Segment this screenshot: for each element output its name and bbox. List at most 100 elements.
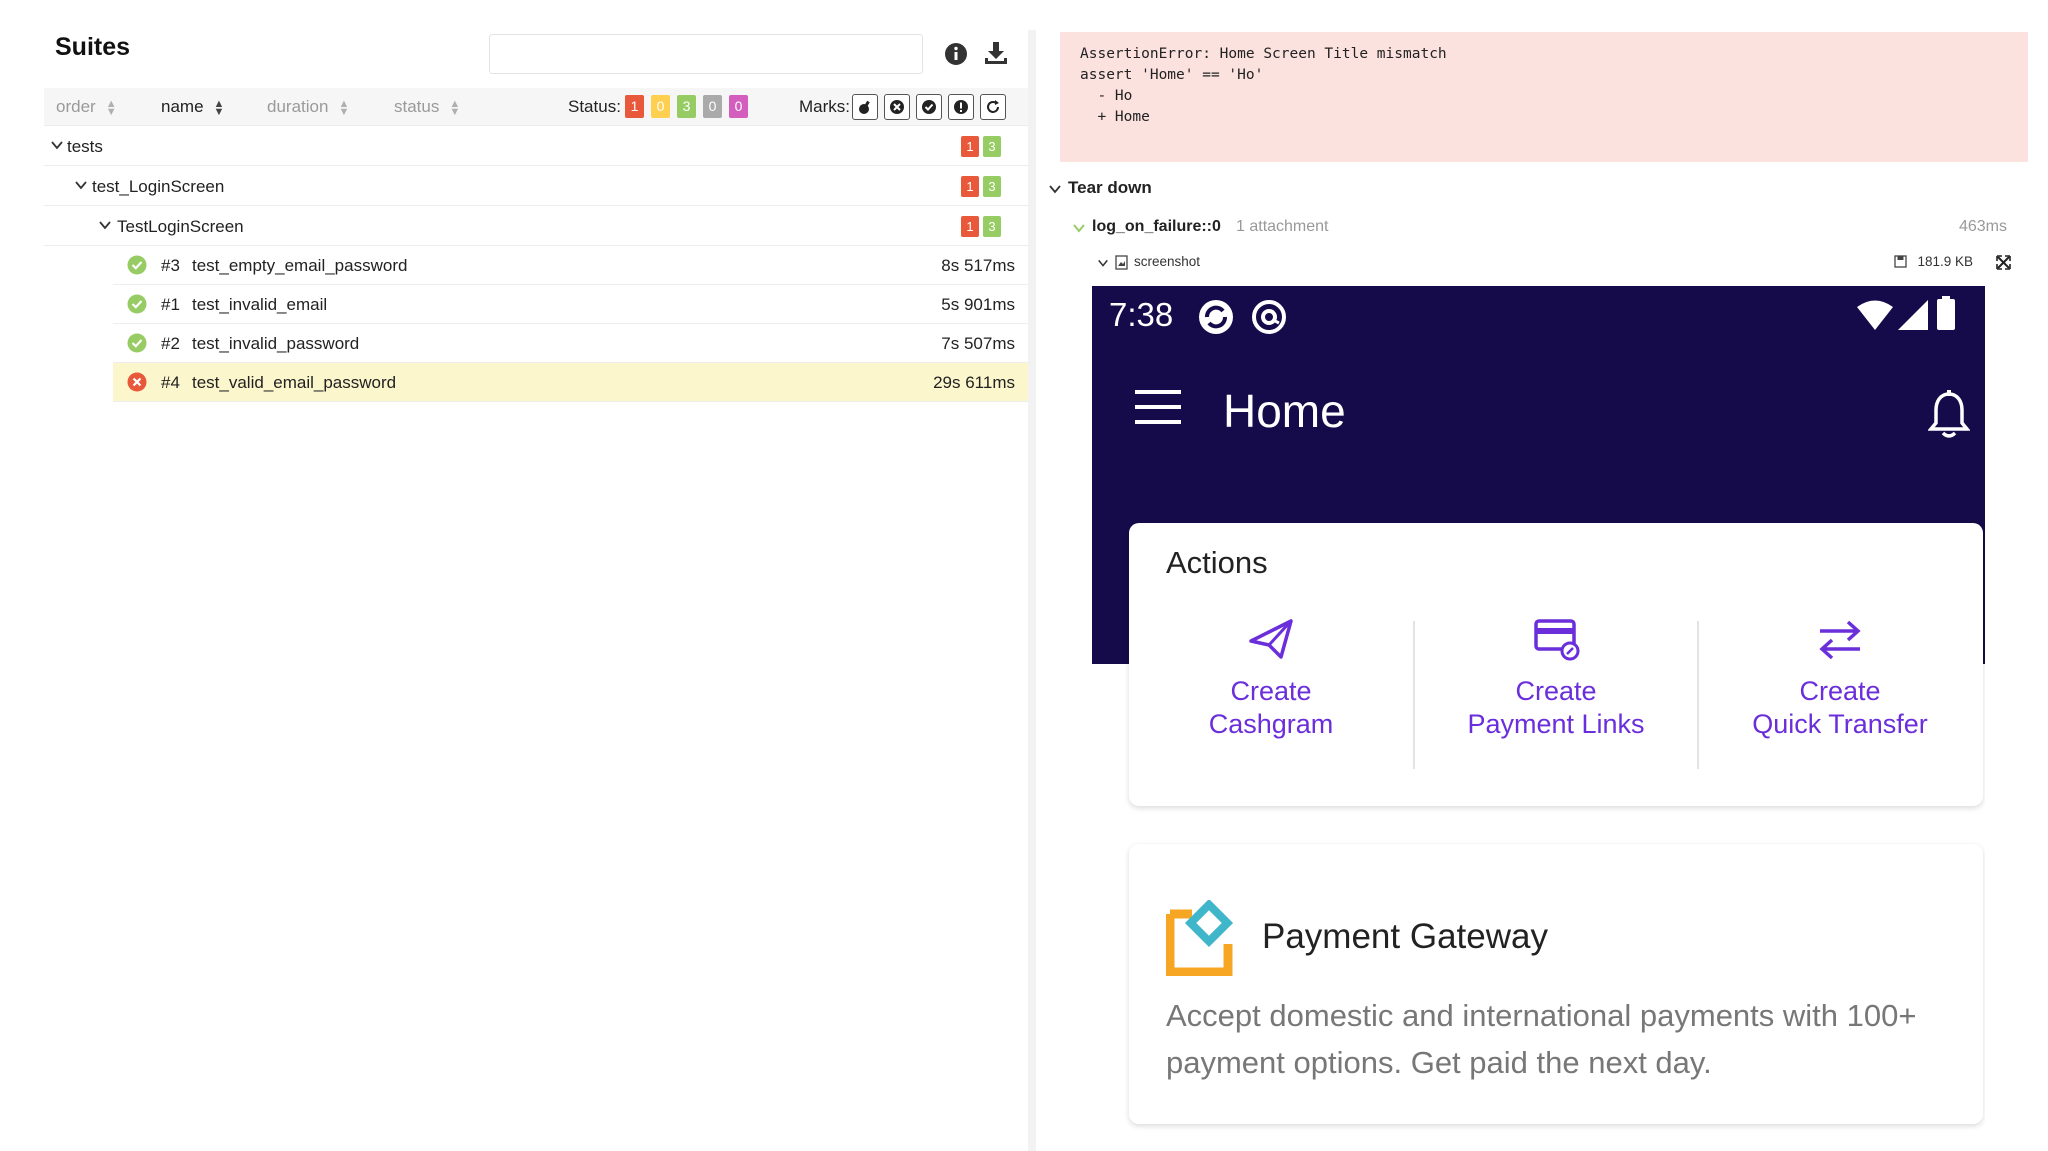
test-number: #1 (161, 295, 180, 314)
action-line1: Create (1515, 676, 1597, 706)
sort-arrows-icon: ▲ ▼ (213, 97, 225, 118)
test-name: test_invalid_email (192, 295, 328, 314)
phone-screen-title: Home (1223, 385, 1346, 437)
failed-count-badge: 1 (961, 176, 979, 197)
fullscreen-icon[interactable] (1996, 255, 2011, 270)
sort-arrows-icon: ▲ ▼ (338, 97, 350, 118)
action-line1: Create (1799, 676, 1881, 706)
sort-name[interactable]: name ▲ ▼ (161, 97, 224, 117)
mark-new-failed-button[interactable] (884, 94, 910, 120)
action-line1: Create (1230, 676, 1312, 706)
sort-status[interactable]: status ▲ ▼ (394, 97, 460, 117)
sort-bar: order ▲ ▼ name ▲ ▼ duration ▲ ▼ status ▲ ▼ Statu… (44, 88, 1035, 126)
status-filter-unknown[interactable]: 0 (729, 95, 748, 118)
actions-card: Actions Create Cashgram Create Payment L… (1129, 523, 1983, 806)
notification-bell-icon[interactable] (1928, 390, 1970, 438)
tree-row-tests[interactable]: tests 1 3 (44, 126, 1035, 166)
retries-icon (987, 100, 999, 113)
passed-check-icon (127, 255, 147, 275)
action-line2: Cashgram (1208, 709, 1334, 739)
marks-filter-label: Marks: (799, 97, 850, 116)
sort-duration-label: duration (267, 97, 329, 116)
test-number: #2 (161, 334, 180, 353)
test-name: test_empty_email_password (192, 256, 408, 275)
chevron-down-icon (1073, 224, 1085, 233)
test-duration: 8s 517ms (941, 256, 1015, 275)
test-row[interactable]: #1 test_invalid_email 5s 901ms (113, 285, 1035, 324)
test-number: #4 (161, 373, 180, 392)
attachment-row[interactable]: screenshot 181.9 KB (1097, 252, 2011, 274)
fixture-row[interactable]: log_on_failure::0 1 attachment 463ms (1072, 216, 2007, 240)
status-filter-broken[interactable]: 0 (651, 95, 670, 118)
passed-count-badge: 3 (983, 176, 1001, 197)
fixture-attachment-count: 1 attachment (1236, 218, 1329, 235)
tree-row-test-loginscreen[interactable]: test_LoginScreen 1 3 (44, 166, 1035, 206)
sort-duration[interactable]: duration ▲ ▼ (267, 97, 349, 117)
phone-clock: 7:38 (1109, 296, 1174, 333)
status-filter-skipped[interactable]: 0 (703, 95, 722, 118)
sort-arrows-icon: ▲ ▼ (105, 97, 117, 118)
mark-new-passed-button[interactable] (916, 94, 942, 120)
chevron-down-icon (75, 181, 87, 190)
page-title: Suites (55, 33, 131, 61)
test-name: test_invalid_password (192, 334, 360, 353)
status-filter-passed[interactable]: 3 (677, 95, 696, 118)
attachment-name: screenshot (1134, 254, 1201, 269)
new-passed-icon (922, 100, 936, 114)
sort-order[interactable]: order ▲ ▼ (56, 97, 117, 117)
action-line2: Quick Transfer (1752, 709, 1928, 739)
sort-order-label: order (56, 97, 96, 116)
mark-flaky-button[interactable] (852, 94, 878, 120)
test-row[interactable]: #3 test_empty_email_password 8s 517ms (113, 246, 1035, 285)
sort-name-label: name (161, 97, 204, 116)
sort-arrows-icon: ▲ ▼ (449, 97, 461, 118)
actions-card-title: Actions (1166, 545, 1268, 580)
send-paper-plane-icon (1249, 619, 1293, 659)
teardown-label: Tear down (1068, 178, 1152, 197)
passed-count-badge: 3 (983, 136, 1001, 157)
status-filter-failed[interactable]: 1 (625, 95, 644, 118)
new-failed-icon (890, 100, 904, 114)
tree-row-label: test_LoginScreen (92, 177, 225, 196)
action-line2: Payment Links (1467, 709, 1645, 739)
payment-gateway-card[interactable]: Payment Gateway Accept domestic and inte… (1129, 844, 1983, 1124)
create-cashgram-action[interactable]: Create Cashgram (1129, 617, 1413, 741)
chevron-down-icon (99, 221, 111, 230)
sort-status-label: status (394, 97, 440, 116)
test-number: #3 (161, 256, 180, 275)
payment-gateway-description: Accept domestic and international paymen… (1166, 998, 1917, 1080)
wifi-icon (1857, 300, 1893, 330)
pane-splitter[interactable] (1028, 30, 1036, 1151)
tree-row-testloginscreen-class[interactable]: TestLoginScreen 1 3 (44, 206, 1035, 246)
search-input[interactable] (489, 34, 923, 74)
download-icon[interactable] (983, 40, 1009, 66)
mark-new-broken-button[interactable] (948, 94, 974, 120)
new-broken-icon (954, 100, 968, 114)
test-duration: 29s 611ms (933, 373, 1015, 392)
create-quick-transfer-action[interactable]: Create Quick Transfer (1698, 617, 1982, 741)
chevron-down-icon (1098, 259, 1108, 267)
hamburger-menu-icon[interactable] (1135, 390, 1181, 424)
battery-icon (1937, 296, 1955, 330)
sync-status-icon (1199, 300, 1233, 334)
tree-row-label: tests (67, 137, 103, 156)
mark-retries-button[interactable] (980, 94, 1006, 120)
at-sign-status-icon (1252, 300, 1286, 334)
image-file-icon (1115, 255, 1128, 270)
create-payment-links-action[interactable]: Create Payment Links (1414, 617, 1698, 741)
test-duration: 7s 507ms (941, 334, 1015, 353)
passed-check-icon (127, 333, 147, 353)
test-row[interactable]: #2 test_invalid_password 7s 507ms (113, 324, 1035, 363)
assertion-error-message: AssertionError: Home Screen Title mismat… (1060, 32, 2028, 162)
payment-gateway-logo-icon (1166, 900, 1234, 976)
screenshot-attachment-image: 7:38 Home Actions Create Cashgram Create… (1092, 286, 1985, 1151)
failed-count-badge: 1 (961, 216, 979, 237)
test-name: test_valid_email_password (192, 373, 397, 392)
fixture-duration: 463ms (1958, 218, 2007, 235)
transfer-arrows-icon (1819, 620, 1861, 660)
signal-icon (1898, 300, 1928, 330)
passed-check-icon (127, 294, 147, 314)
info-icon[interactable] (944, 42, 968, 66)
test-row-selected[interactable]: #4 test_valid_email_password 29s 611ms (113, 363, 1035, 402)
chevron-down-icon (1049, 185, 1061, 194)
